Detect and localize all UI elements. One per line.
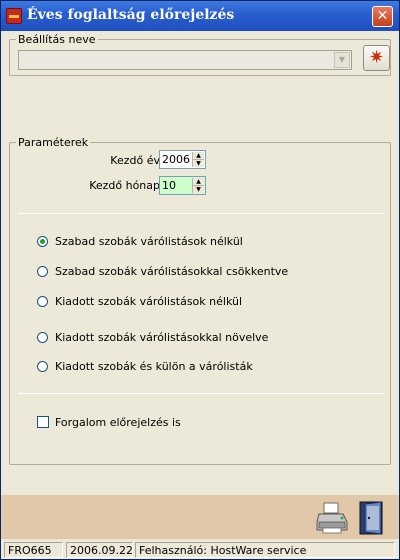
option-label-1: Szabad szobák várólistásokkal csökkentve [55, 265, 289, 278]
start-month-spinner[interactable]: 10 ▲ ▼ [159, 176, 206, 195]
app-window: Éves foglaltság előrejelzés ✕ Beállítás … [0, 0, 400, 560]
star-icon: ✷ [368, 47, 385, 68]
window-title: Éves foglaltság előrejelzés [27, 7, 235, 23]
forecast-checkbox-label: Forgalom előrejelzés is [55, 416, 181, 429]
start-year-label: Kezdő év [110, 154, 160, 167]
settings-group-label: Beállítás neve [16, 33, 98, 46]
option-label-2: Kiadott szobák várólistások nélkül [55, 295, 243, 308]
status-bar: FRO665 2006.09.22 Felhasználó: HostWare … [1, 540, 399, 559]
start-year-value: 2006 [162, 153, 190, 166]
close-button[interactable]: ✕ [372, 6, 393, 27]
chevron-down-icon[interactable]: ▼ [334, 52, 350, 68]
status-user: Felhasználó: HostWare service [135, 542, 395, 558]
start-year-spin-buttons: ▲ ▼ [192, 152, 204, 167]
separator-top [18, 213, 384, 214]
radio-selected-icon[interactable] [37, 236, 48, 247]
status-date: 2006.09.22 [66, 542, 133, 558]
main-content: Beállítás neve ▼ ✷ Paraméterek Kezdő év … [4, 31, 396, 495]
radio-icon[interactable] [37, 361, 48, 372]
status-code: FRO665 [4, 542, 63, 558]
forecast-checkbox[interactable] [37, 416, 49, 428]
start-year-spinner[interactable]: 2006 ▲ ▼ [159, 150, 206, 169]
separator-bottom [18, 393, 384, 394]
start-month-down-arrow-icon[interactable]: ▼ [193, 185, 204, 193]
title-bar[interactable]: Éves foglaltság előrejelzés ✕ [1, 1, 399, 31]
start-month-spin-buttons: ▲ ▼ [192, 178, 204, 193]
start-year-down-arrow-icon[interactable]: ▼ [193, 159, 204, 167]
start-month-label: Kezdő hónap [89, 179, 160, 192]
option-label-4: Kiadott szobák és külön a várólisták [55, 360, 253, 373]
parameters-group-label: Paraméterek [16, 136, 91, 149]
option-label-3: Kiadott szobák várólistásokkal növelve [55, 331, 269, 344]
new-setting-button[interactable]: ✷ [363, 45, 390, 71]
start-month-up-arrow-icon[interactable]: ▲ [193, 178, 204, 185]
option-label-0: Szabad szobák várólistások nélkül [55, 235, 243, 248]
radio-icon[interactable] [37, 296, 48, 307]
settings-combo[interactable]: ▼ [18, 50, 352, 70]
exit-door-icon[interactable] [357, 500, 385, 536]
radio-icon[interactable] [37, 332, 48, 343]
start-month-value: 10 [162, 179, 176, 192]
start-year-up-arrow-icon[interactable]: ▲ [193, 152, 204, 159]
printer-icon[interactable] [315, 502, 349, 534]
app-icon[interactable] [6, 8, 22, 24]
radio-icon[interactable] [37, 266, 48, 277]
